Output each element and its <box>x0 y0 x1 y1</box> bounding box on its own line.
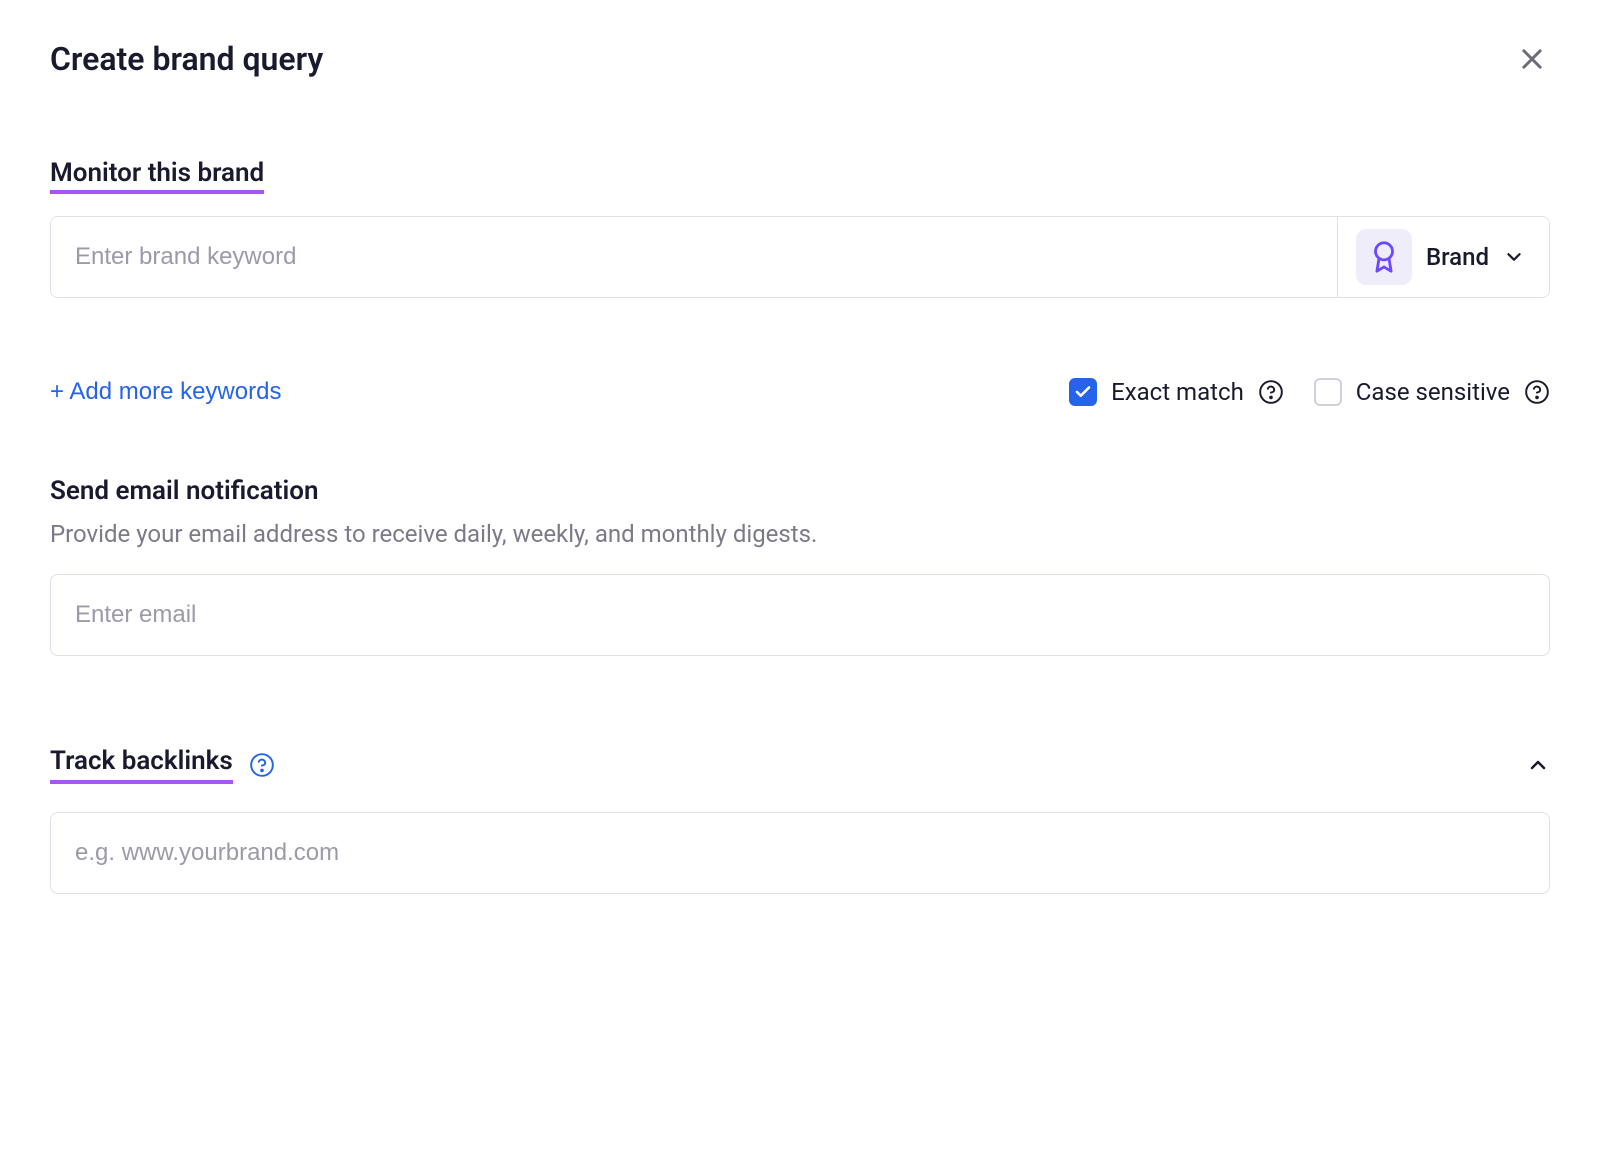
add-keywords-button[interactable]: + Add more keywords <box>50 378 281 406</box>
chevron-down-icon <box>1503 246 1525 268</box>
brand-icon-bg <box>1356 229 1412 285</box>
case-sensitive-checkbox[interactable] <box>1314 378 1342 406</box>
help-icon[interactable] <box>1258 379 1284 405</box>
email-heading: Send email notification <box>50 476 1550 506</box>
exact-match-checkbox[interactable] <box>1069 378 1097 406</box>
brand-type-label: Brand <box>1426 243 1489 271</box>
chevron-up-icon[interactable] <box>1526 753 1550 777</box>
brand-type-selector[interactable]: Brand <box>1337 217 1549 297</box>
monitor-heading: Monitor this brand <box>50 158 264 194</box>
email-description: Provide your email address to receive da… <box>50 520 1550 548</box>
brand-keyword-input[interactable] <box>51 217 1337 297</box>
check-icon <box>1074 383 1092 401</box>
case-sensitive-label: Case sensitive <box>1356 378 1510 406</box>
ribbon-icon <box>1367 240 1401 274</box>
close-icon <box>1518 45 1546 73</box>
dialog-title: Create brand query <box>50 40 323 78</box>
exact-match-label: Exact match <box>1111 378 1244 406</box>
help-icon[interactable] <box>249 752 275 778</box>
help-icon[interactable] <box>1524 379 1550 405</box>
backlinks-input[interactable] <box>50 812 1550 894</box>
close-button[interactable] <box>1514 41 1550 77</box>
backlinks-heading: Track backlinks <box>50 746 233 784</box>
email-input[interactable] <box>50 574 1550 656</box>
